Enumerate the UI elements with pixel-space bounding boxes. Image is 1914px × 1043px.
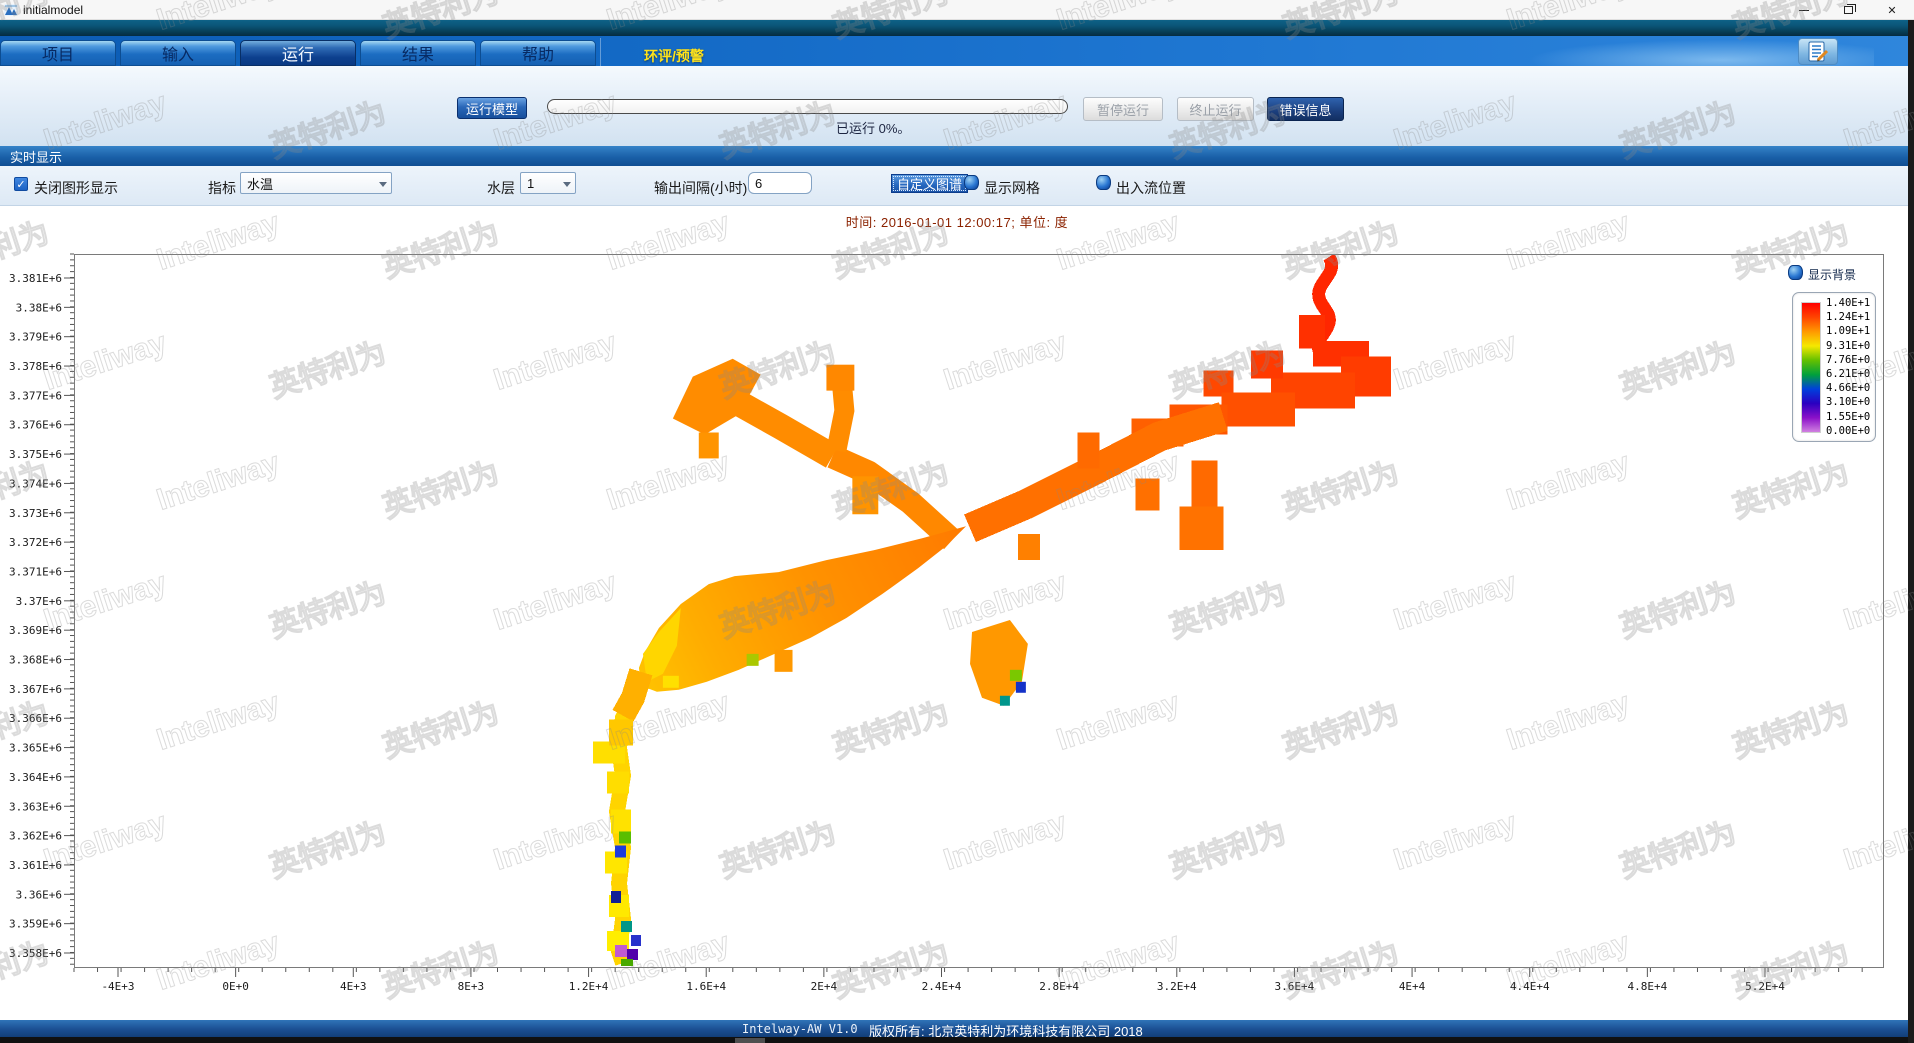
tab-results[interactable]: 结果 [360, 40, 476, 66]
right-window-edge [1908, 20, 1914, 1043]
realtime-section-header: 实时显示 [0, 146, 1914, 166]
app-version: Intelway-AW V1.0 [742, 1022, 858, 1036]
header-dark-band [0, 20, 1914, 36]
map-midstream-channel [970, 417, 1223, 561]
tab-run[interactable]: 运行 [240, 40, 356, 66]
indicator-dropdown[interactable]: 水温 [240, 172, 392, 194]
progress-status-text: 已运行 0%。 [836, 118, 910, 137]
pause-run-button[interactable]: 暂停运行 [1083, 97, 1163, 121]
menu-tabs: 项目输入运行结果帮助 [0, 40, 596, 66]
colorbar-label: 1.24E+1 [1826, 311, 1870, 323]
indicator-value: 水温 [247, 174, 273, 193]
inout-flow-toggle-icon[interactable] [1096, 175, 1111, 190]
map-south-channel [593, 672, 641, 966]
chevron-down-icon [379, 182, 387, 187]
colorbar-label: 3.10E+0 [1826, 396, 1870, 408]
menu-separator [600, 38, 601, 66]
inout-flow-label: 出入流位置 [1116, 178, 1186, 198]
map-fork-branch [673, 359, 952, 540]
colorbar-label: 1.40E+1 [1826, 297, 1870, 309]
progress-bar [547, 99, 1068, 114]
chevron-down-icon [563, 182, 571, 187]
tab-project[interactable]: 项目 [0, 40, 116, 66]
close-graphics-label: 关闭图形显示 [34, 178, 118, 198]
tab-input[interactable]: 输入 [120, 40, 236, 66]
show-grid-label: 显示网格 [984, 178, 1040, 198]
colorbar-label: 6.21E+0 [1826, 368, 1870, 380]
custom-spectrum-button[interactable]: 自定义图谱 [891, 174, 968, 193]
plot-area [74, 254, 1884, 968]
show-background-toggle-icon[interactable] [1788, 265, 1803, 280]
layer-value: 1 [527, 176, 534, 191]
app-icon [4, 3, 18, 17]
show-background-label: 显示背景 [1808, 266, 1856, 283]
map-lake [639, 526, 1028, 705]
interval-label: 输出间隔(小时) [654, 178, 747, 198]
colorbar-label: 0.00E+0 [1826, 425, 1870, 437]
show-grid-toggle-icon[interactable] [964, 175, 979, 190]
interval-input[interactable] [748, 172, 812, 194]
colorbar-label: 4.66E+0 [1826, 382, 1870, 394]
close-button[interactable]: ✕ [1870, 0, 1914, 20]
layer-dropdown[interactable]: 1 [520, 172, 576, 194]
colorbar-label: 1.55E+0 [1826, 411, 1870, 423]
app-window: initialmodel ✕ 项目输入运行结果帮助 环评/预警 运行模型 已运行… [0, 0, 1914, 1043]
colorbar-gradient [1801, 302, 1821, 433]
window-title: initialmodel [23, 3, 83, 17]
document-pencil-icon [1806, 41, 1830, 63]
tab-env-warning[interactable]: 环评/预警 [644, 46, 704, 66]
colorbar-label: 9.31E+0 [1826, 340, 1870, 352]
layer-label: 水层 [487, 178, 515, 198]
colorbar-legend: 1.40E+1 1.24E+1 1.09E+1 9.31E+0 7.76E+0 6.21E… [1792, 292, 1876, 442]
time-caption: 时间: 2016-01-01 12:00:17; 单位: 度 [0, 212, 1914, 231]
maximize-icon [1844, 6, 1853, 14]
tab-help[interactable]: 帮助 [480, 40, 596, 66]
error-info-button[interactable]: 错误信息 [1267, 97, 1344, 121]
colorbar-label: 7.76E+0 [1826, 354, 1870, 366]
maximize-button[interactable] [1826, 0, 1870, 20]
water-temperature-map [75, 255, 1883, 967]
taskbar-segment [735, 1038, 765, 1043]
close-graphics-checkbox[interactable]: ✓ [14, 177, 28, 191]
report-notes-button[interactable] [1798, 38, 1838, 65]
menu-band: 项目输入运行结果帮助 [0, 36, 1914, 66]
colorbar-label: 1.09E+1 [1826, 325, 1870, 337]
stop-run-button[interactable]: 终止运行 [1177, 97, 1254, 121]
minimize-button[interactable] [1782, 0, 1826, 20]
indicator-label: 指标 [208, 178, 236, 198]
status-footer: Intelway-AW V1.0 版权所有: 北京英特利为环境科技有限公司 20… [0, 1020, 1914, 1037]
title-bar: initialmodel ✕ [0, 0, 1914, 20]
bottom-edge [0, 1037, 1914, 1043]
minimize-icon [1799, 10, 1809, 11]
close-icon: ✕ [1887, 4, 1896, 17]
run-model-button[interactable]: 运行模型 [457, 97, 527, 119]
